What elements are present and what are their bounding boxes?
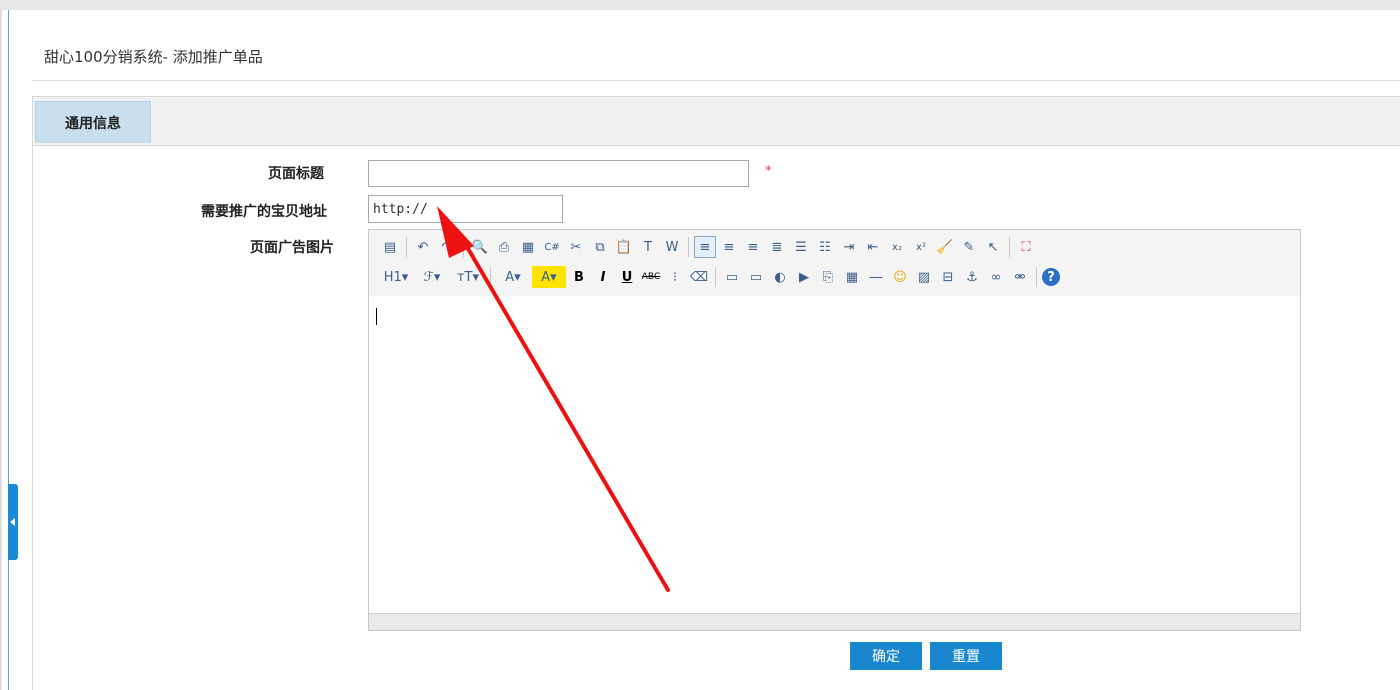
left-frame-accent: [8, 10, 9, 690]
indent-icon[interactable]: ⇥: [838, 236, 860, 258]
reset-button[interactable]: 重置: [930, 642, 1002, 670]
cut-icon[interactable]: ✂: [565, 236, 587, 258]
toolbar-separator: [406, 237, 407, 257]
subscript-icon[interactable]: x₂: [886, 236, 908, 258]
align-right-icon[interactable]: ≡: [742, 236, 764, 258]
code-icon[interactable]: C#: [541, 236, 563, 258]
eraser-icon[interactable]: ⌫: [688, 266, 710, 288]
page-title: 甜心100分销系统- 添加推广单品: [44, 48, 263, 66]
paste-icon[interactable]: 📋: [613, 236, 635, 258]
insert-image-icon[interactable]: ▭: [721, 266, 743, 288]
superscript-icon[interactable]: x²: [910, 236, 932, 258]
font-size-icon[interactable]: тT▾: [451, 266, 485, 288]
unlink-icon[interactable]: ⚮: [1009, 266, 1031, 288]
pointer-icon[interactable]: ↖: [982, 236, 1004, 258]
media-icon[interactable]: ▶: [793, 266, 815, 288]
editor-toolbar: ▤ ↶ ↷ 🔍 ⎙ ▦ C# ✂ ⧉ 📋 T W ≡ ≡ ≡ ≣ ☰ ☷ ⇥ ⇤ x₂ x² 🧹 ✎ ↖ ⛶ H1▾ ℱ▾ тT▾ A▾…: [369, 230, 1300, 297]
paste-word-icon[interactable]: W: [661, 236, 683, 258]
underline-icon[interactable]: U: [616, 266, 638, 288]
redo-icon[interactable]: ↷: [436, 236, 458, 258]
chevron-left-icon: [10, 518, 15, 526]
product-url-input[interactable]: [368, 195, 563, 223]
editor-statusbar: [369, 613, 1300, 630]
editor-toolbar-row-1: ▤ ↶ ↷ 🔍 ⎙ ▦ C# ✂ ⧉ 📋 T W ≡ ≡ ≡ ≣ ☰ ☷ ⇥ ⇤ x₂ x² 🧹 ✎ ↖ ⛶: [379, 234, 1039, 260]
emoticon-icon[interactable]: ☺: [889, 266, 911, 288]
copy-icon[interactable]: ⧉: [589, 236, 611, 258]
help-icon[interactable]: ?: [1042, 268, 1060, 286]
hr-icon[interactable]: ―: [865, 266, 887, 288]
table-icon[interactable]: ▦: [841, 266, 863, 288]
anchor-icon[interactable]: ⚓: [961, 266, 983, 288]
page-break-icon[interactable]: ⊟: [937, 266, 959, 288]
toolbar-separator: [688, 237, 689, 257]
attachment-icon[interactable]: ⎘: [817, 266, 839, 288]
confirm-button[interactable]: 确定: [850, 642, 922, 670]
paste-text-icon[interactable]: T: [637, 236, 659, 258]
print-icon[interactable]: ⎙: [493, 236, 515, 258]
font-family-icon[interactable]: ℱ▾: [415, 266, 449, 288]
toolbar-separator: [715, 267, 716, 287]
left-frame-border: [0, 10, 2, 690]
toolbar-separator: [1009, 237, 1010, 257]
strikethrough-icon[interactable]: ABC: [640, 266, 662, 288]
editor-toolbar-row-2: H1▾ ℱ▾ тT▾ A▾ A▾ B I U ABC ⁝ ⌫ ▭ ▭ ◐ ▶ ⎘ ▦ ― ☺ ▨ ⊟ ⚓ ∞ ⚮?: [379, 264, 1062, 290]
clear-format-icon[interactable]: 🧹: [934, 236, 956, 258]
italic-icon[interactable]: I: [592, 266, 614, 288]
required-marker: *: [765, 164, 772, 179]
align-center-icon[interactable]: ≡: [718, 236, 740, 258]
editor-content-area[interactable]: [369, 296, 1300, 614]
flash-icon[interactable]: ◐: [769, 266, 791, 288]
top-bar: [0, 0, 1400, 10]
template-icon[interactable]: ▦: [517, 236, 539, 258]
toolbar-separator: [1036, 267, 1037, 287]
ordered-list-icon[interactable]: ☰: [790, 236, 812, 258]
title-divider: [32, 80, 1400, 81]
sidebar-collapse-handle[interactable]: [8, 484, 18, 560]
align-justify-icon[interactable]: ≣: [766, 236, 788, 258]
page-title-label: 页面标题: [268, 166, 324, 182]
font-color-icon[interactable]: A▾: [496, 266, 530, 288]
unordered-list-icon[interactable]: ☷: [814, 236, 836, 258]
map-icon[interactable]: ▨: [913, 266, 935, 288]
highlight-color-icon[interactable]: A▾: [532, 266, 566, 288]
tab-general-info[interactable]: 通用信息: [35, 101, 151, 143]
rich-text-editor: ▤ ↶ ↷ 🔍 ⎙ ▦ C# ✂ ⧉ 📋 T W ≡ ≡ ≡ ≣ ☰ ☷ ⇥ ⇤ x₂ x² 🧹 ✎ ↖ ⛶ H1▾ ℱ▾ тT▾ A▾…: [368, 229, 1301, 631]
ad-image-label: 页面广告图片: [250, 240, 334, 256]
text-caret: [376, 308, 377, 325]
preview-icon[interactable]: 🔍: [469, 236, 491, 258]
undo-icon[interactable]: ↶: [412, 236, 434, 258]
tab-strip: 通用信息: [33, 97, 1400, 146]
line-height-icon[interactable]: ⁝: [664, 266, 686, 288]
toolbar-separator: [490, 267, 491, 287]
toolbar-separator: [463, 237, 464, 257]
align-left-icon[interactable]: ≡: [694, 236, 716, 258]
fullscreen-icon[interactable]: ⛶: [1015, 236, 1037, 258]
product-url-label: 需要推广的宝贝地址: [201, 204, 327, 220]
heading-icon[interactable]: H1▾: [379, 266, 413, 288]
multi-image-icon[interactable]: ▭: [745, 266, 767, 288]
page-title-input[interactable]: [368, 160, 749, 187]
select-all-icon[interactable]: ✎: [958, 236, 980, 258]
source-icon[interactable]: ▤: [379, 236, 401, 258]
bold-icon[interactable]: B: [568, 266, 590, 288]
link-icon[interactable]: ∞: [985, 266, 1007, 288]
outdent-icon[interactable]: ⇤: [862, 236, 884, 258]
